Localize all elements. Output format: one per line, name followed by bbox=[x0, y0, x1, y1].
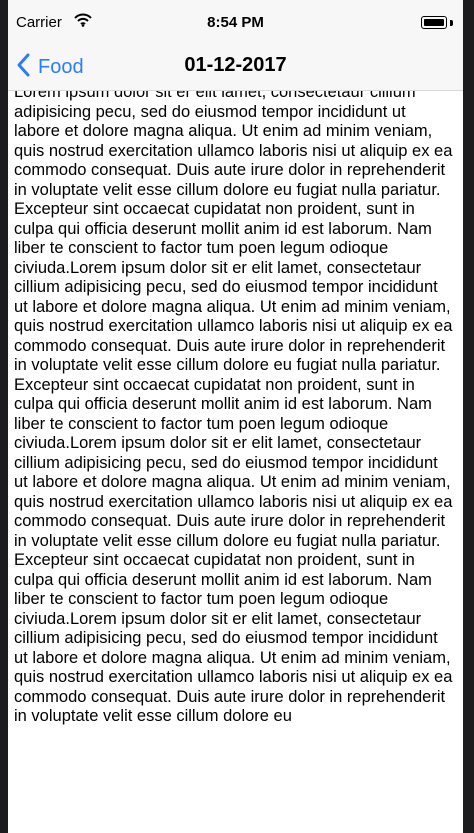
status-bar: Carrier 8:54 PM bbox=[8, 0, 463, 44]
navigation-bar: Food 01-12-2017 bbox=[8, 44, 463, 91]
battery-icon bbox=[421, 16, 447, 29]
scroll-content[interactable]: Lorem ipsum dolor sit er elit lamet, con… bbox=[8, 91, 463, 823]
phone-screen: Carrier 8:54 PM Food 01-12-2017 Lorem ip… bbox=[8, 0, 463, 833]
body-text: Lorem ipsum dolor sit er elit lamet, con… bbox=[14, 91, 453, 725]
page-title: 01-12-2017 bbox=[184, 54, 287, 76]
battery-cap bbox=[450, 20, 453, 26]
status-time: 8:54 PM bbox=[207, 14, 264, 31]
